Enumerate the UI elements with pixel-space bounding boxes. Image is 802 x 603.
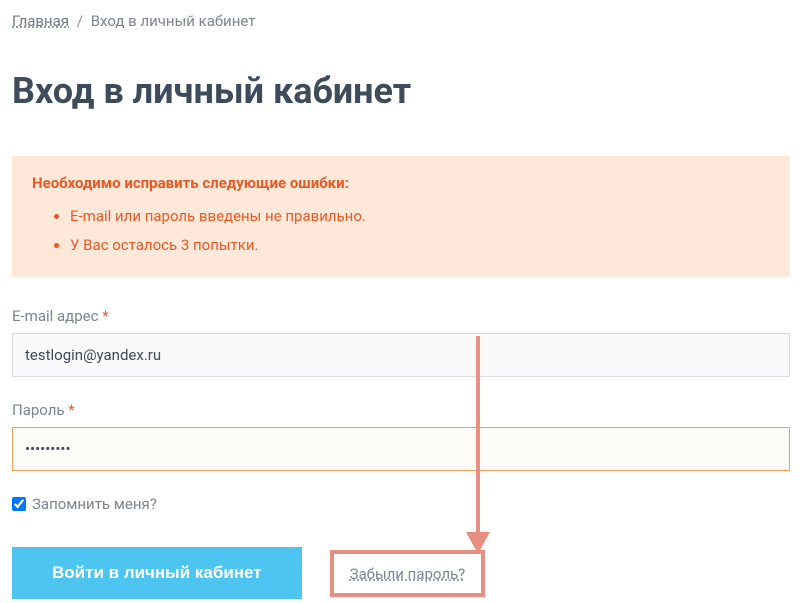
- password-label: Пароль *: [12, 401, 790, 419]
- remember-checkbox[interactable]: [12, 497, 26, 511]
- forgot-password-link[interactable]: Забыли пароль?: [350, 565, 466, 583]
- email-label: E-mail адрес *: [12, 307, 790, 325]
- actions-row: Войти в личный кабинет Забыли пароль?: [12, 547, 790, 599]
- error-list: E-mail или пароль введены не правильно. …: [32, 202, 770, 259]
- error-item: E-mail или пароль введены не правильно.: [70, 202, 770, 231]
- required-star: *: [102, 307, 108, 325]
- submit-button[interactable]: Войти в личный кабинет: [12, 547, 302, 599]
- error-item: У Вас осталось 3 попытки.: [70, 231, 770, 260]
- breadcrumb-current: Вход в личный кабинет: [91, 12, 256, 30]
- error-heading: Необходимо исправить следующие ошибки:: [32, 174, 770, 192]
- breadcrumb: Главная / Вход в личный кабинет: [12, 12, 790, 30]
- forgot-highlight-box: Забыли пароль?: [330, 550, 486, 597]
- breadcrumb-separator: /: [77, 12, 83, 30]
- breadcrumb-home-link[interactable]: Главная: [12, 12, 69, 30]
- page-title: Вход в личный кабинет: [12, 70, 790, 112]
- email-input[interactable]: [12, 333, 790, 377]
- password-input[interactable]: [12, 427, 790, 471]
- error-box: Необходимо исправить следующие ошибки: E…: [12, 156, 790, 277]
- remember-row: Запомнить меня?: [12, 495, 790, 513]
- required-star: *: [68, 401, 74, 419]
- remember-label: Запомнить меня?: [32, 495, 157, 513]
